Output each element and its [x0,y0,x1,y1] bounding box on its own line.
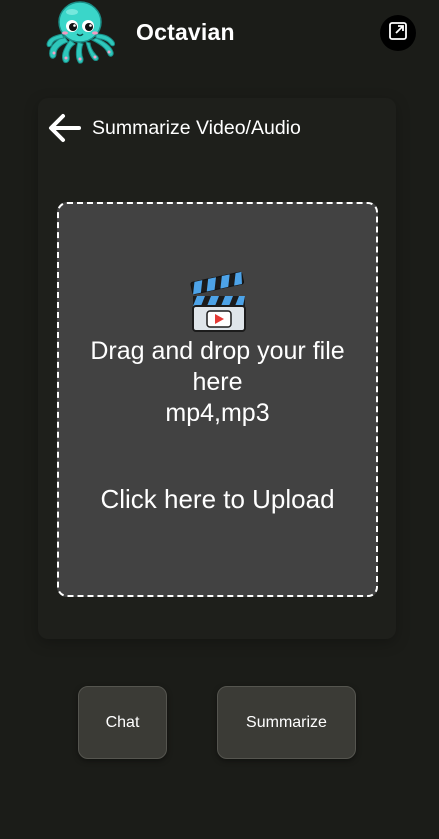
chat-button[interactable]: Chat [78,686,167,759]
summarize-button[interactable]: Summarize [217,686,356,759]
open-external-icon [388,21,408,46]
dropzone-line-2: here [192,368,243,396]
app-window: Octavian Summarize Video/Audio Drag and … [0,0,439,839]
page-title: Summarize Video/Audio [92,116,301,139]
back-button[interactable]: Summarize Video/Audio [48,112,301,144]
open-external-button[interactable] [380,15,416,51]
header: Octavian [0,0,439,66]
clapperboard-icon [189,270,249,334]
dropzone-line-1: Drag and drop your file [90,337,345,365]
octopus-logo-icon [44,0,118,66]
dropzone-instructions: Drag and drop your file here mp4,mp3 [59,336,376,429]
file-dropzone[interactable]: Drag and drop your file here mp4,mp3 Cli… [57,202,378,597]
upload-link[interactable]: Click here to Upload [59,484,376,515]
arrow-left-icon [48,112,82,144]
app-title: Octavian [136,19,235,45]
supported-formats: mp4,mp3 [165,399,270,427]
